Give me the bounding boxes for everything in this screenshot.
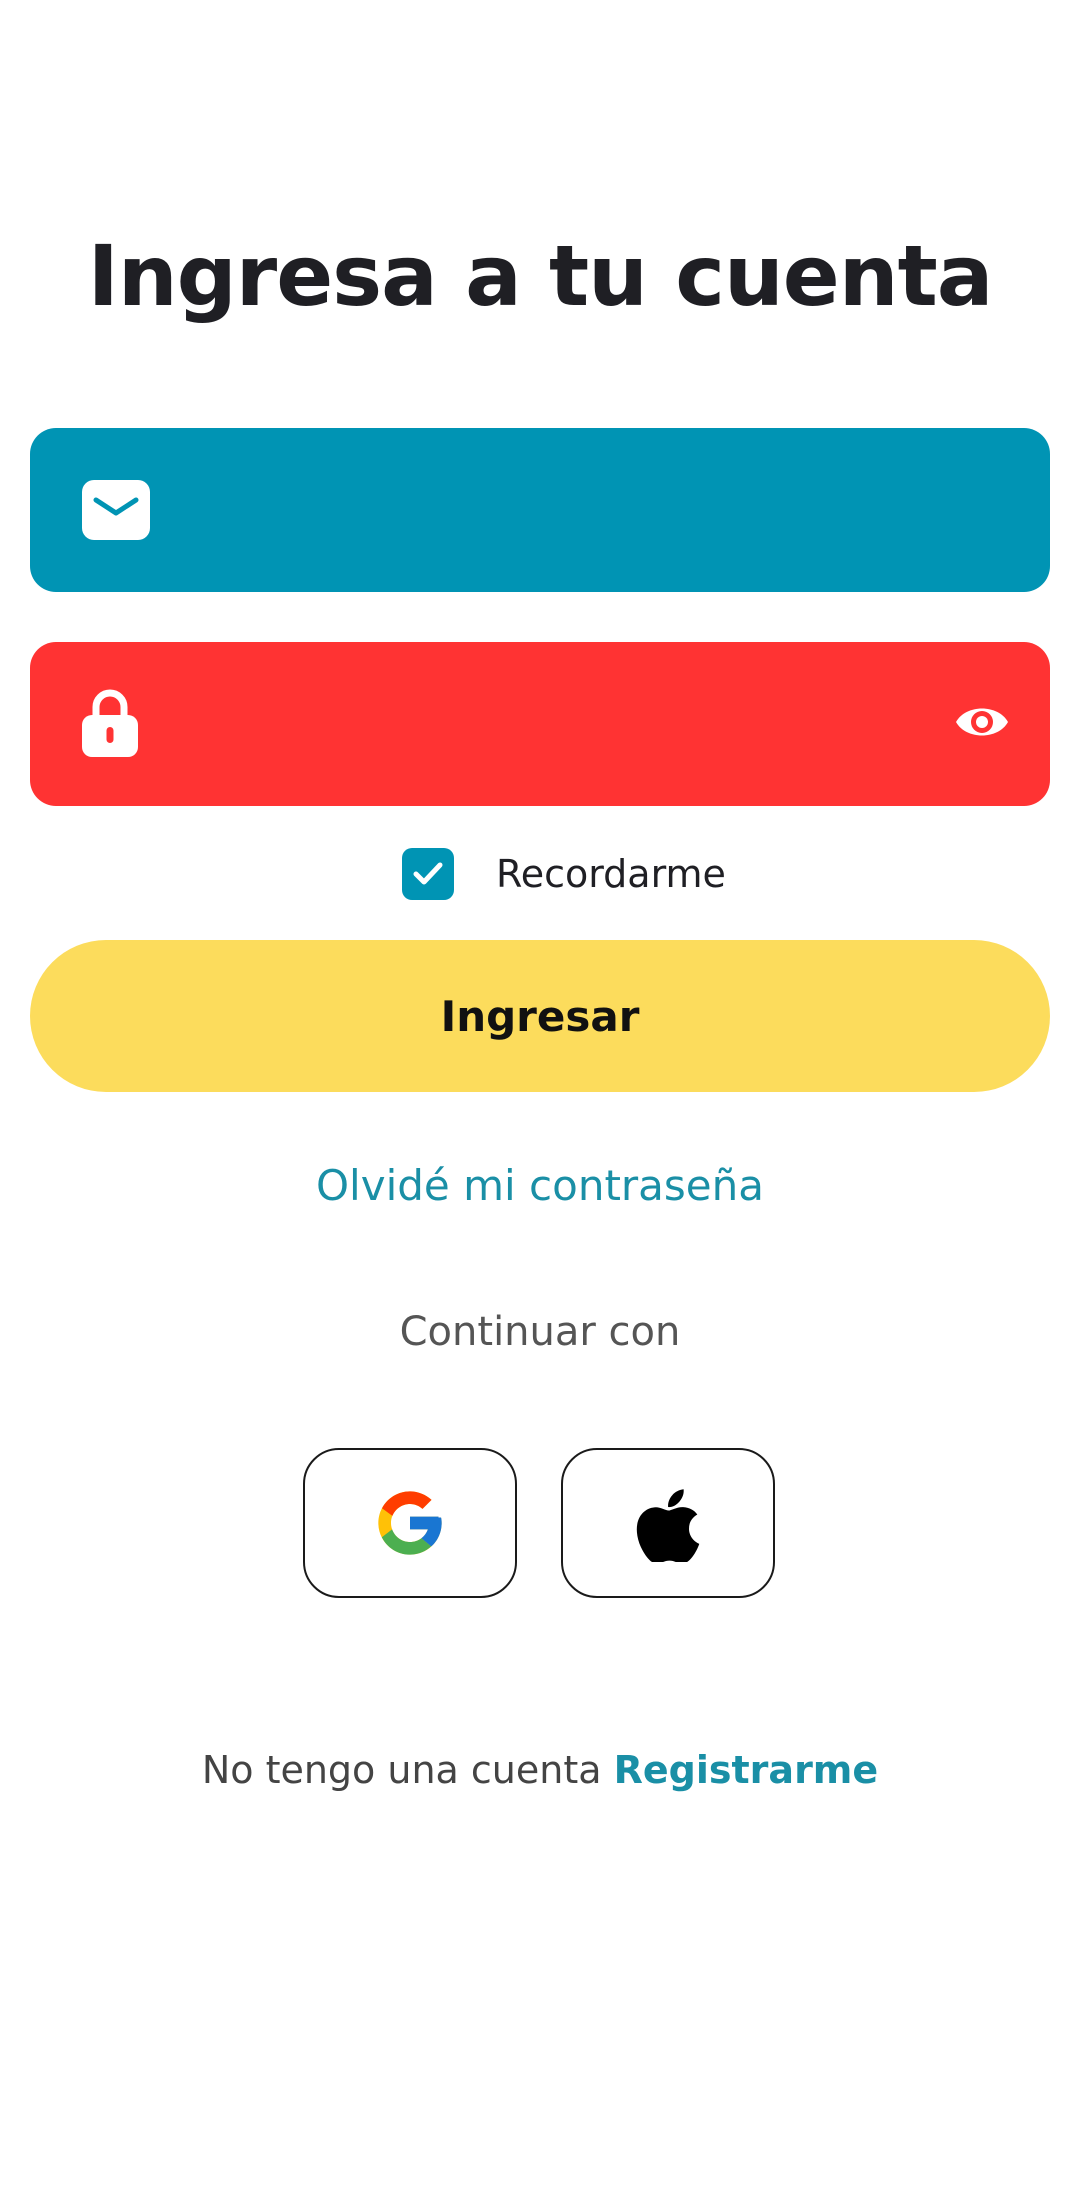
login-button[interactable]: Ingresar (30, 940, 1050, 1092)
password-field[interactable] (30, 642, 1050, 808)
email-field[interactable] (30, 428, 1050, 594)
google-icon (378, 1491, 442, 1555)
login-screen: Ingresa a tu cuenta Recordarme Ingresar … (0, 0, 1080, 2191)
password-input[interactable] (180, 642, 944, 808)
check-icon (413, 862, 443, 885)
email-input[interactable] (180, 428, 944, 594)
signup-row: No tengo una cuenta Registrarme (0, 1742, 1080, 1798)
continue-with-label: Continuar con (399, 1309, 681, 1355)
apple-icon (636, 1489, 700, 1562)
remember-checkbox[interactable] (402, 848, 454, 900)
apple-login-button[interactable] (561, 1448, 775, 1598)
page-title: Ingresa a tu cuenta (87, 227, 994, 325)
signup-prompt: No tengo una cuenta (201, 1748, 602, 1792)
signup-link[interactable]: Registrarme (614, 1748, 879, 1792)
google-login-button[interactable] (303, 1448, 517, 1598)
remember-label[interactable]: Recordarme (496, 850, 726, 898)
lock-icon (82, 687, 138, 757)
mail-icon (82, 480, 150, 540)
eye-icon[interactable] (954, 700, 1010, 744)
remember-row: Recordarme (0, 848, 1080, 900)
forgot-password-link[interactable]: Olvidé mi contraseña (0, 1158, 1080, 1214)
